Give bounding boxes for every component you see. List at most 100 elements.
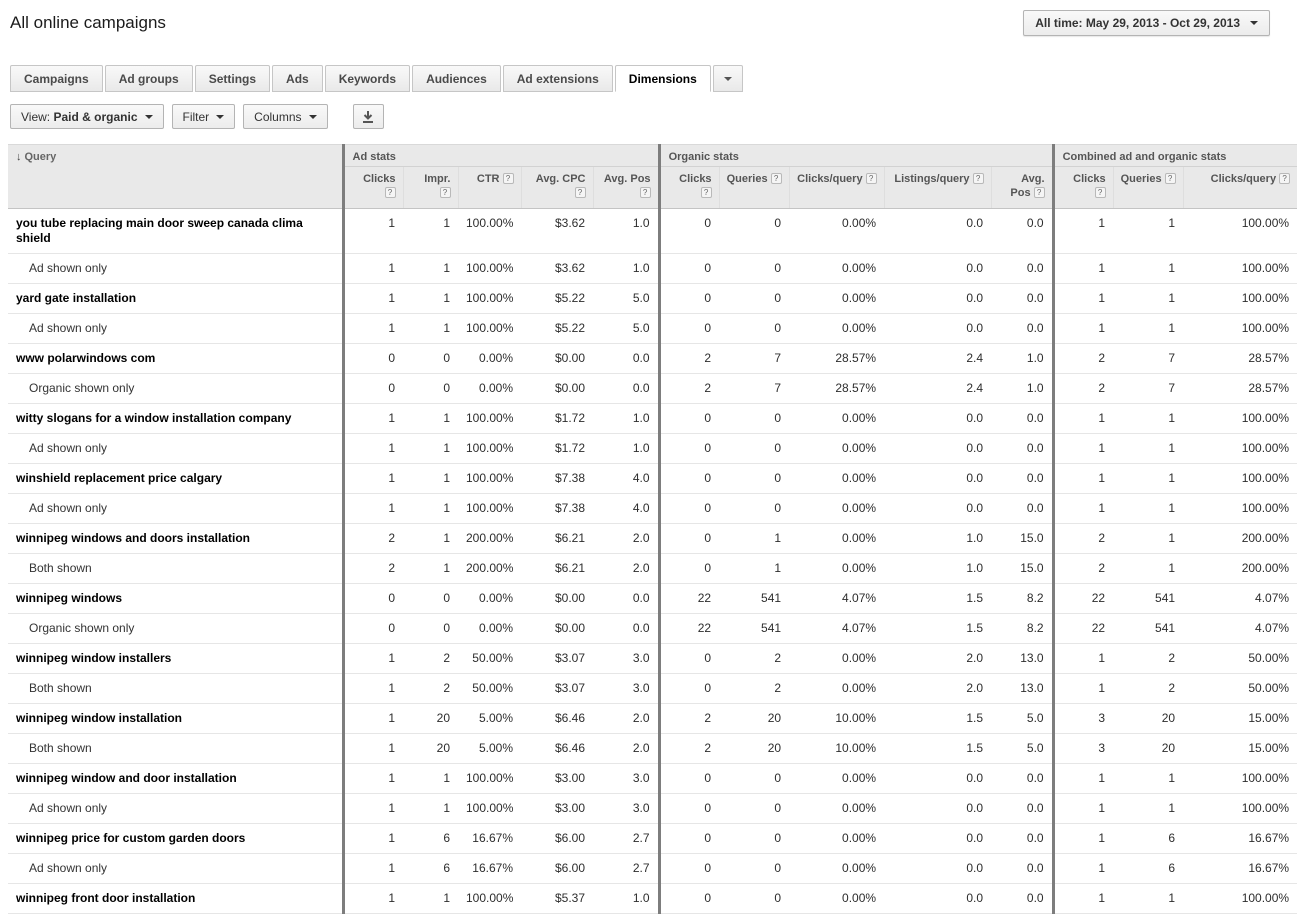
- tab-ad-extensions[interactable]: Ad extensions: [502, 65, 613, 92]
- stat-cell: 2.0: [593, 523, 660, 554]
- help-icon[interactable]: ?: [700, 187, 712, 198]
- help-icon[interactable]: ?: [384, 187, 396, 198]
- column-header-queries[interactable]: Queries?: [1112, 166, 1184, 209]
- stat-cell: 0: [719, 763, 790, 794]
- stat-cell: 0.00%: [458, 613, 521, 644]
- stat-cell: 1: [1113, 763, 1184, 794]
- stat-cell: 0: [657, 208, 720, 254]
- stat-cell: 0.0: [884, 283, 992, 314]
- stat-cell: 0: [657, 403, 720, 434]
- stat-cell: $1.72: [521, 433, 593, 464]
- query-cell: www polarwindows com: [8, 343, 343, 374]
- tab-dimensions[interactable]: Dimensions: [614, 65, 711, 92]
- column-header-label: Listings/query: [894, 173, 970, 185]
- help-icon[interactable]: ?: [574, 187, 586, 198]
- stat-cell: 3.0: [593, 673, 660, 704]
- stat-cell: 2: [1051, 343, 1114, 374]
- page-header: All online campaigns All time: May 29, 2…: [0, 0, 1297, 36]
- stat-cell: 1: [1113, 208, 1184, 254]
- column-header-impr-[interactable]: Impr.?: [402, 166, 458, 209]
- stat-cell: 8.2: [991, 613, 1054, 644]
- column-header-clicks[interactable]: Clicks?: [1051, 166, 1114, 209]
- stat-cell: 0.0: [991, 463, 1054, 494]
- stat-cell: 28.57%: [789, 373, 885, 404]
- tab-ads[interactable]: Ads: [272, 65, 323, 92]
- stat-cell: 15.00%: [1183, 703, 1297, 734]
- table-row: winshield replacement price calgary 1 1 100…: [8, 463, 1297, 494]
- query-cell: winnipeg windows: [8, 583, 343, 614]
- stat-cell: 541: [1113, 583, 1184, 614]
- group-header-combined-ad-and-organic-stats: Combined ad and organic stats: [1051, 144, 1297, 167]
- filter-button[interactable]: Filter: [171, 104, 236, 129]
- table-row: winnipeg price for custom garden doors 1 6…: [8, 823, 1297, 854]
- table-row: winnipeg window and door installation 1 1 1…: [8, 763, 1297, 794]
- column-header-listings-query[interactable]: Listings/query?: [883, 166, 992, 209]
- help-icon[interactable]: ?: [1094, 187, 1106, 198]
- column-header-clicks-query[interactable]: Clicks/query?: [788, 166, 885, 209]
- tab-campaigns[interactable]: Campaigns: [10, 65, 103, 92]
- help-icon[interactable]: ?: [639, 187, 651, 198]
- help-icon[interactable]: ?: [972, 173, 984, 184]
- stat-cell: 0: [403, 583, 458, 614]
- column-header-clicks[interactable]: Clicks?: [341, 166, 403, 209]
- stat-cell: 0: [657, 673, 720, 704]
- column-header-queries[interactable]: Queries?: [718, 166, 790, 209]
- stat-cell: 0: [657, 853, 720, 884]
- column-header-clicks-query[interactable]: Clicks/query?: [1182, 166, 1297, 209]
- stat-cell: 0.00%: [789, 283, 885, 314]
- stat-cell: 0.00%: [789, 253, 885, 284]
- stat-cell: 15.0: [991, 523, 1054, 554]
- stat-cell: 1.5: [884, 613, 992, 644]
- tab-keywords[interactable]: Keywords: [324, 65, 411, 92]
- tab-more-dropdown[interactable]: [712, 65, 743, 92]
- date-range-selector[interactable]: All time: May 29, 2013 - Oct 29, 2013: [1023, 10, 1270, 36]
- stat-cell: 0: [719, 493, 790, 524]
- view-selector-button[interactable]: View: Paid & organic: [10, 104, 164, 129]
- column-header-clicks[interactable]: Clicks?: [657, 166, 720, 209]
- query-column-header[interactable]: ↓ Query: [8, 144, 343, 209]
- column-header-label: Clicks/query: [797, 173, 863, 185]
- download-button[interactable]: [352, 104, 384, 129]
- stat-cell: 100.00%: [1183, 433, 1297, 464]
- table-row: Both shown 1 20 5.00% $6.46 2.0 2 20 10.00% 1.5 5.…: [8, 733, 1297, 764]
- help-icon[interactable]: ?: [865, 173, 877, 184]
- stat-cell: $0.00: [521, 613, 593, 644]
- stat-cell: 0: [719, 208, 790, 254]
- stat-cell: 1: [1113, 403, 1184, 434]
- help-icon[interactable]: ?: [439, 187, 451, 198]
- help-icon[interactable]: ?: [502, 173, 514, 184]
- tab-ad-groups[interactable]: Ad groups: [104, 65, 193, 92]
- stat-cell: 1: [403, 433, 458, 464]
- stat-cell: 0: [341, 373, 403, 404]
- column-header-avg-pos[interactable]: Avg. Pos?: [990, 166, 1054, 209]
- column-header-avg-cpc[interactable]: Avg. CPC?: [520, 166, 593, 209]
- stat-cell: 541: [719, 613, 790, 644]
- stat-cell: 0: [657, 523, 720, 554]
- column-header-avg-pos[interactable]: Avg. Pos?: [592, 166, 660, 209]
- stat-cell: 1: [1051, 403, 1114, 434]
- column-header-ctr[interactable]: CTR?: [457, 166, 521, 209]
- stat-cell: 1: [341, 433, 403, 464]
- stat-cell: 1: [1113, 793, 1184, 824]
- stat-cell: 1: [719, 523, 790, 554]
- stat-cell: 1: [1113, 433, 1184, 464]
- stat-cell: 1: [341, 883, 403, 914]
- stat-cell: 100.00%: [1183, 313, 1297, 344]
- help-icon[interactable]: ?: [1279, 173, 1291, 184]
- stat-cell: 1: [1113, 883, 1184, 914]
- stat-cell: 50.00%: [1183, 673, 1297, 704]
- help-icon[interactable]: ?: [1164, 173, 1176, 184]
- stat-cell: 0.00%: [789, 673, 885, 704]
- columns-button[interactable]: Columns: [243, 104, 328, 129]
- stat-cell: 0: [719, 433, 790, 464]
- stat-cell: 7: [719, 373, 790, 404]
- help-icon[interactable]: ?: [770, 173, 782, 184]
- segment-label-cell: Ad shown only: [8, 313, 343, 344]
- stat-cell: $7.38: [521, 463, 593, 494]
- stat-cell: 1: [403, 523, 458, 554]
- help-icon[interactable]: ?: [1033, 187, 1045, 198]
- stat-cell: 20: [403, 703, 458, 734]
- query-cell: you tube replacing main door sweep canad…: [8, 208, 343, 254]
- tab-settings[interactable]: Settings: [194, 65, 271, 92]
- tab-audiences[interactable]: Audiences: [412, 65, 501, 92]
